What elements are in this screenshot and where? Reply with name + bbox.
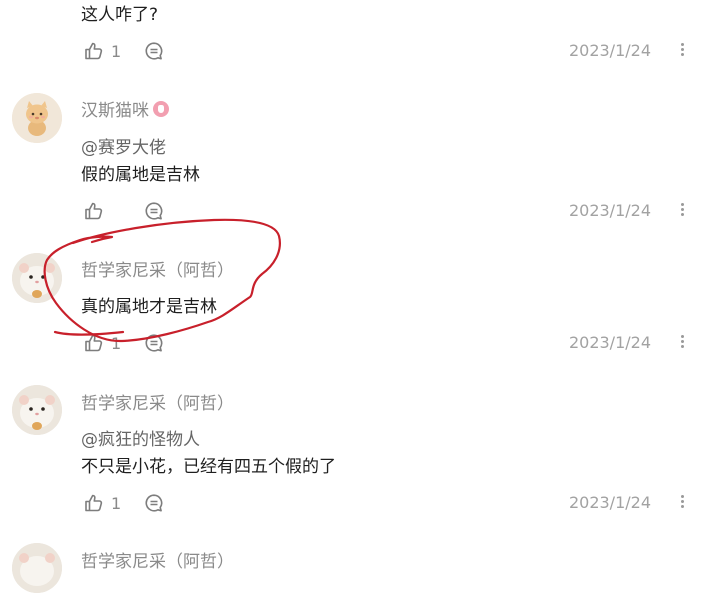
avatar[interactable] — [12, 385, 62, 435]
comment-item: 哲学家尼采（阿哲） — [0, 543, 711, 593]
like-count: 1 — [111, 493, 122, 513]
thumbs-up-icon — [84, 41, 104, 61]
comment-date: 2023/1/24 — [568, 493, 651, 512]
comment-content: 假的属地是吉林 — [81, 165, 200, 185]
mention[interactable]: @疯狂的怪物人 — [81, 429, 200, 451]
comment-icon — [144, 333, 164, 353]
mention[interactable]: @赛罗大佬 — [81, 137, 166, 159]
thumbs-up-icon — [84, 201, 104, 221]
reply-button[interactable] — [144, 41, 164, 61]
comment-actions: 2023/1/24 — [84, 200, 694, 222]
comment-item: 哲学家尼采（阿哲） 真的属地才是吉林 1 2023/1/24 — [0, 250, 711, 360]
comment-item: 哲学家尼采（阿哲） @疯狂的怪物人 不只是小花，已经有四五个假的了 1 2023… — [0, 382, 711, 522]
like-button[interactable]: 1 — [84, 492, 121, 514]
avatar[interactable] — [12, 253, 62, 303]
comment-item: 这人咋了? 1 2023/1/24 — [0, 0, 711, 75]
avatar[interactable] — [12, 93, 62, 143]
comment-date: 2023/1/24 — [568, 201, 651, 220]
thumbs-up-icon — [84, 493, 104, 513]
username-text[interactable]: 汉斯猫咪 — [81, 101, 149, 121]
avatar[interactable] — [12, 543, 62, 593]
username[interactable]: 哲学家尼采（阿哲） — [81, 393, 234, 415]
comment-actions: 1 2023/1/24 — [84, 492, 694, 514]
more-vertical-icon[interactable] — [678, 333, 686, 353]
vip-badge-icon — [153, 101, 169, 117]
comment-date: 2023/1/24 — [568, 41, 651, 60]
reply-button[interactable] — [144, 201, 164, 221]
like-button[interactable]: 1 — [84, 40, 121, 62]
more-vertical-icon[interactable] — [678, 201, 686, 221]
reply-button[interactable] — [144, 493, 164, 513]
comment-actions: 1 2023/1/24 — [84, 332, 694, 354]
thumbs-up-icon — [84, 333, 104, 353]
comment-icon — [144, 201, 164, 221]
more-vertical-icon[interactable] — [678, 493, 686, 513]
username[interactable]: 汉斯猫咪 — [81, 100, 169, 122]
comment-date: 2023/1/24 — [568, 333, 651, 352]
comment-icon — [144, 493, 164, 513]
more-vertical-icon[interactable] — [678, 41, 686, 61]
reply-button[interactable] — [144, 333, 164, 353]
comment-icon — [144, 41, 164, 61]
comment-actions: 1 2023/1/24 — [84, 40, 694, 62]
like-count: 1 — [111, 333, 122, 353]
like-count: 1 — [111, 41, 122, 61]
username[interactable]: 哲学家尼采（阿哲） — [81, 551, 234, 573]
like-button[interactable]: 1 — [84, 332, 121, 354]
username[interactable]: 哲学家尼采（阿哲） — [81, 260, 234, 282]
comment-item: 汉斯猫咪 @赛罗大佬 假的属地是吉林 2023/1/24 — [0, 90, 711, 230]
comment-content: 这人咋了? — [81, 5, 159, 25]
like-button[interactable] — [84, 200, 111, 222]
comment-content: 不只是小花，已经有四五个假的了 — [81, 457, 336, 477]
comment-content: 真的属地才是吉林 — [81, 297, 217, 317]
